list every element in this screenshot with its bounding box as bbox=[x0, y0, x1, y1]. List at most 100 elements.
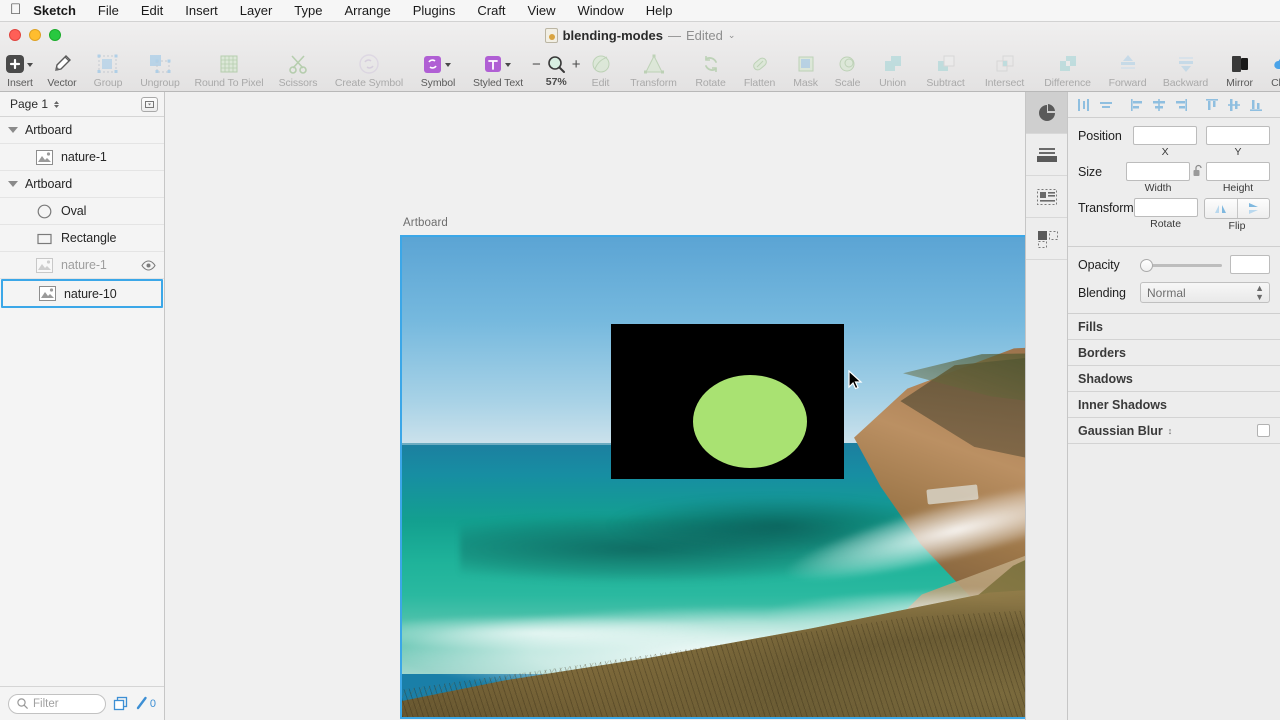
position-x-input[interactable] bbox=[1133, 126, 1198, 145]
cloud-icon bbox=[1272, 52, 1280, 76]
toolbar-difference[interactable]: Difference bbox=[1035, 52, 1101, 89]
toolbar-subtract[interactable]: Subtract bbox=[917, 52, 975, 89]
toolbar-scale[interactable]: Scale bbox=[827, 52, 869, 89]
zoom-magnifier-icon[interactable] bbox=[547, 55, 566, 74]
strip-button-layout-content[interactable] bbox=[1026, 176, 1067, 218]
align-left-edges-button[interactable] bbox=[1126, 94, 1148, 116]
disclosure-triangle-icon[interactable] bbox=[8, 181, 18, 187]
flip-vertical-button[interactable] bbox=[1237, 199, 1269, 218]
align-top-button[interactable] bbox=[1201, 94, 1223, 116]
zoom-out-button[interactable]: − bbox=[532, 56, 541, 73]
opacity-slider-knob[interactable] bbox=[1140, 258, 1153, 272]
menu-item-edit[interactable]: Edit bbox=[130, 3, 174, 18]
section-shadows[interactable]: Shadows bbox=[1068, 366, 1280, 392]
toolbar-round-to-pixel[interactable]: Round To Pixel bbox=[188, 52, 270, 89]
layer-row-rectangle[interactable]: Rectangle bbox=[0, 225, 164, 252]
duplicate-button[interactable] bbox=[113, 696, 128, 711]
toolbar-vector[interactable]: Vector bbox=[40, 52, 84, 89]
canvas[interactable]: Artboard Artboard bbox=[165, 92, 1025, 720]
page-selector[interactable]: Page 1 bbox=[10, 97, 141, 111]
artboard-label-left[interactable]: Artboard bbox=[403, 217, 448, 229]
toolbar-insert[interactable]: Insert bbox=[0, 52, 40, 89]
layer-row-oval[interactable]: Oval bbox=[0, 198, 164, 225]
toolbar-intersect[interactable]: Intersect bbox=[975, 52, 1035, 89]
layer-row-artboard-1[interactable]: Artboard bbox=[0, 117, 164, 144]
opacity-slider[interactable] bbox=[1140, 258, 1222, 272]
document-name[interactable]: blending-modes bbox=[563, 28, 663, 43]
menu-item-sketch[interactable]: Sketch bbox=[33, 3, 87, 18]
zoom-control[interactable]: − + 57% bbox=[532, 52, 581, 89]
toolbar-create-symbol[interactable]: Create Symbol bbox=[326, 52, 412, 89]
filter-input[interactable]: Filter bbox=[8, 693, 106, 714]
image-layer-icon bbox=[36, 149, 53, 165]
align-bottom-button[interactable] bbox=[1245, 94, 1267, 116]
blending-select[interactable]: Normal ▲ ▼ bbox=[1140, 282, 1270, 303]
layer-row-nature-1-a[interactable]: nature-1 bbox=[0, 144, 164, 171]
blending-stepper-icon[interactable]: ▲ ▼ bbox=[1255, 283, 1264, 302]
size-height-input[interactable] bbox=[1206, 162, 1270, 181]
align-center-vertical-button[interactable] bbox=[1148, 94, 1170, 116]
flip-button-group bbox=[1204, 198, 1270, 219]
toolbar-cloud[interactable]: Cloud bbox=[1263, 52, 1280, 89]
section-gaussian-blur-label: Gaussian Blur bbox=[1078, 423, 1163, 438]
align-center-horizontal-button[interactable] bbox=[1095, 94, 1117, 116]
menu-item-layer[interactable]: Layer bbox=[229, 3, 284, 18]
zoom-in-button[interactable]: + bbox=[572, 56, 581, 73]
toolbar-union[interactable]: Union bbox=[869, 52, 917, 89]
blur-type-stepper-icon[interactable]: ↕ bbox=[1168, 426, 1173, 436]
align-right-edges-button[interactable] bbox=[1170, 94, 1192, 116]
page-options-button[interactable] bbox=[141, 96, 158, 112]
visibility-eye-icon[interactable] bbox=[141, 259, 156, 271]
layer-row-nature-1-b[interactable]: nature-1 bbox=[0, 252, 164, 279]
layer-row-artboard-2[interactable]: Artboard bbox=[0, 171, 164, 198]
menu-item-insert[interactable]: Insert bbox=[174, 3, 229, 18]
chevron-down-icon[interactable]: ⌄ bbox=[728, 30, 736, 41]
section-gaussian-blur[interactable]: Gaussian Blur ↕ bbox=[1068, 418, 1280, 444]
strip-button-layout-header[interactable] bbox=[1026, 134, 1067, 176]
flip-horizontal-button[interactable] bbox=[1205, 199, 1237, 218]
disclosure-triangle-icon[interactable] bbox=[8, 127, 18, 133]
layout-content-icon bbox=[1036, 188, 1057, 205]
menu-item-view[interactable]: View bbox=[517, 3, 567, 18]
menu-item-arrange[interactable]: Arrange bbox=[333, 3, 401, 18]
toolbar-rotate[interactable]: Rotate bbox=[687, 52, 735, 89]
layer-row-nature-10[interactable]: nature-10 bbox=[1, 279, 163, 308]
toolbar-group[interactable]: Group bbox=[84, 52, 132, 89]
distribute-horizontal-button[interactable] bbox=[1223, 94, 1245, 116]
menu-item-craft[interactable]: Craft bbox=[466, 3, 516, 18]
unlock-icon[interactable] bbox=[1193, 162, 1203, 182]
toolbar-mask[interactable]: Mask bbox=[785, 52, 827, 89]
gaussian-blur-checkbox[interactable] bbox=[1257, 424, 1270, 437]
section-inner-shadows[interactable]: Inner Shadows bbox=[1068, 392, 1280, 418]
toolbar-forward[interactable]: Forward bbox=[1101, 52, 1155, 89]
strip-button-layout-grid[interactable] bbox=[1026, 218, 1067, 260]
green-oval-shape[interactable] bbox=[693, 375, 807, 468]
size-width-input[interactable] bbox=[1126, 162, 1190, 181]
toolbar-edit[interactable]: Edit bbox=[581, 52, 621, 89]
align-left-button[interactable] bbox=[1073, 94, 1095, 116]
menu-item-file[interactable]: File bbox=[87, 3, 130, 18]
menu-item-type[interactable]: Type bbox=[283, 3, 333, 18]
toolbar-mirror[interactable]: Mirror bbox=[1217, 52, 1263, 89]
toolbar-styled-text[interactable]: Styled Text bbox=[464, 52, 532, 89]
toolbar-flatten[interactable]: Flatten bbox=[735, 52, 785, 89]
section-borders[interactable]: Borders bbox=[1068, 340, 1280, 366]
blending-label: Blending bbox=[1078, 285, 1126, 300]
position-y-input[interactable] bbox=[1206, 126, 1270, 145]
apple-logo-icon[interactable]:  bbox=[10, 2, 21, 17]
toolbar-symbol[interactable]: Symbol bbox=[412, 52, 464, 89]
union-icon bbox=[882, 52, 904, 76]
toolbar-mirror-label: Mirror bbox=[1226, 77, 1253, 89]
toolbar-transform[interactable]: Transform bbox=[621, 52, 687, 89]
menu-item-window[interactable]: Window bbox=[567, 3, 635, 18]
toolbar-scissors[interactable]: Scissors bbox=[270, 52, 326, 89]
strip-button-pie-chart[interactable] bbox=[1026, 92, 1067, 134]
menu-item-help[interactable]: Help bbox=[635, 3, 684, 18]
pen-count-button[interactable]: 0 bbox=[135, 696, 156, 711]
menu-item-plugins[interactable]: Plugins bbox=[402, 3, 467, 18]
opacity-input[interactable] bbox=[1230, 255, 1270, 274]
rotate-input[interactable] bbox=[1133, 198, 1198, 217]
toolbar-ungroup[interactable]: Ungroup bbox=[132, 52, 188, 89]
toolbar-backward[interactable]: Backward bbox=[1155, 52, 1217, 89]
section-fills[interactable]: Fills bbox=[1068, 314, 1280, 340]
